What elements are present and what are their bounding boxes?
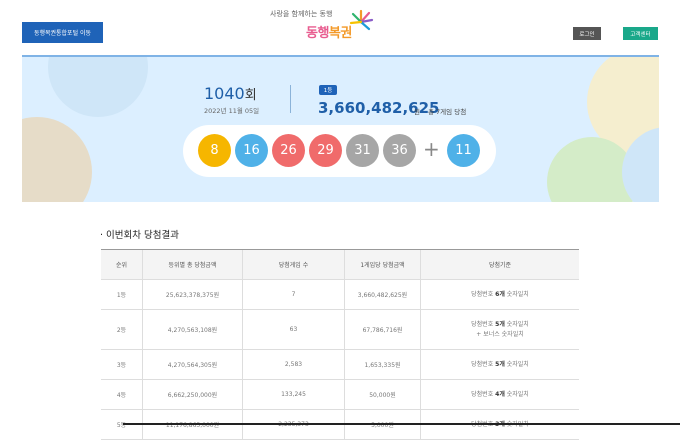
criteria-cell: 당첨번호 5개 숫자일치 — [420, 349, 579, 380]
criteria-cell: 당첨번호 4개 숫자일치 — [420, 379, 579, 410]
rank-cell: 2등 — [101, 309, 143, 350]
column-header: 1게임당 당첨금액 — [344, 249, 421, 280]
plus-icon: + — [423, 137, 440, 161]
draw-round-number: 1040 — [204, 84, 245, 103]
winning-games-cell: 63 — [242, 309, 345, 350]
decor-circle — [48, 57, 148, 117]
winning-games-cell: 7 — [242, 279, 345, 310]
column-header: 순위 — [101, 249, 143, 280]
column-header: 당첨게임 수 — [242, 249, 345, 280]
table-row: 1등 25,623,378,375원 7 3,660,482,625원 당첨번호 6개 … — [101, 279, 579, 310]
winning-numbers: 8 16 26 29 31 36 + 11 — [183, 125, 496, 177]
winning-games-cell: 133,245 — [242, 379, 345, 410]
criteria-text: 당첨번호 5개 숫자일치 — [422, 320, 578, 330]
portal-link-button[interactable]: 동행복권통합포털 이동 — [22, 22, 103, 43]
total-prize-cell: 25,623,378,375원 — [142, 279, 243, 310]
decor-circle — [22, 117, 92, 202]
criteria-part: 당첨번호 — [471, 360, 496, 368]
criteria-text: 당첨번호 6개 숫자일치 — [422, 290, 578, 300]
site-logo[interactable]: 사랑을 함께하는 동행 동행복권 — [268, 8, 378, 41]
login-button[interactable]: 로그인 — [573, 27, 601, 40]
rank-cell: 4등 — [101, 379, 143, 410]
total-prize-cell: 4,270,564,305원 — [142, 349, 243, 380]
total-prize-cell: 4,270,563,108원 — [142, 309, 243, 350]
logo-name: 동행복권 — [306, 22, 352, 41]
column-header: 당첨기준 — [420, 249, 579, 280]
rank-cell: 1등 — [101, 279, 143, 310]
first-prize-amount: 3,660,482,625 — [318, 99, 440, 117]
criteria-part: 숫자일치 — [504, 360, 529, 368]
logo-name-part-a: 동행 — [306, 26, 329, 41]
table-row: 4등 6,662,250,000원 133,245 50,000원 당첨번호 4개 숫자… — [101, 379, 579, 410]
table-row: 3등 4,270,564,305원 2,583 1,653,335원 당첨번호 5개 숫… — [101, 349, 579, 380]
criteria-part: 당첨번호 — [471, 290, 496, 298]
lotto-ball: 31 — [346, 134, 379, 167]
criteria-part: 숫자일치 — [504, 390, 529, 398]
first-prize-badge: 1등 — [319, 85, 337, 95]
table-row: 2등 4,270,563,108원 63 67,786,716원 당첨번호 5개 숫자일… — [101, 309, 579, 350]
criteria-part: 숫자일치 — [504, 290, 529, 298]
criteria-part: 당첨번호 — [471, 390, 496, 398]
winning-games-cell: 2,583 — [242, 349, 345, 380]
winning-games-count: 총 7게임 당첨 — [428, 108, 467, 116]
draw-date: 2022년 11월 05일 — [204, 107, 260, 115]
per-game-prize-cell: 3,660,482,625원 — [344, 279, 421, 310]
lotto-ball: 26 — [272, 134, 305, 167]
section-title: · 이번회차 당첨결과 — [100, 230, 179, 241]
per-game-prize-cell: 67,786,716원 — [344, 309, 421, 350]
table-header-row: 순위 등위별 총 당첨금액 당첨게임 수 1게임당 당첨금액 당첨기준 — [101, 249, 579, 280]
criteria-cell: 당첨번호 5개 숫자일치 + 보너스 숫자일치 — [420, 309, 579, 350]
customer-center-button[interactable]: 고객센터 — [623, 27, 658, 40]
prize-unit: 원 — [414, 108, 420, 116]
criteria-part: 5개 — [495, 320, 505, 328]
lotto-ball: 8 — [198, 134, 231, 167]
lotto-ball: 16 — [235, 134, 268, 167]
logo-slogan: 사랑을 함께하는 동행 — [270, 10, 333, 18]
per-game-prize-cell: 1,653,335원 — [344, 349, 421, 380]
criteria-text: 당첨번호 4개 숫자일치 — [422, 390, 578, 400]
draw-round-suffix: 회 — [244, 88, 257, 103]
criteria-part: 당첨번호 — [471, 320, 496, 328]
per-game-prize-cell: 50,000원 — [344, 379, 421, 410]
prize-results-table: 순위 등위별 총 당첨금액 당첨게임 수 1게임당 당첨금액 당첨기준 1등 25… — [101, 249, 579, 440]
criteria-part: 5개 — [495, 360, 505, 368]
divider — [290, 85, 291, 113]
criteria-bonus-text: + 보너스 숫자일치 — [476, 330, 524, 338]
criteria-part: 4개 — [495, 390, 505, 398]
bonus-ball: 11 — [447, 134, 480, 167]
criteria-cell: 당첨번호 6개 숫자일치 — [420, 279, 579, 310]
total-prize-cell: 6,662,250,000원 — [142, 379, 243, 410]
firework-logo-icon — [349, 9, 374, 31]
column-header: 등위별 총 당첨금액 — [142, 249, 243, 280]
criteria-text: 당첨번호 5개 숫자일치 — [422, 360, 578, 370]
criteria-part: 6개 — [495, 290, 505, 298]
lotto-ball: 36 — [383, 134, 416, 167]
draw-round: 1040회 — [204, 84, 257, 103]
winning-numbers-banner: 1040회 2022년 11월 05일 1등 3,660,482,625 원 총… — [22, 55, 659, 202]
rank-cell: 3등 — [101, 349, 143, 380]
lotto-ball: 29 — [309, 134, 342, 167]
criteria-part: 숫자일치 — [504, 320, 529, 328]
